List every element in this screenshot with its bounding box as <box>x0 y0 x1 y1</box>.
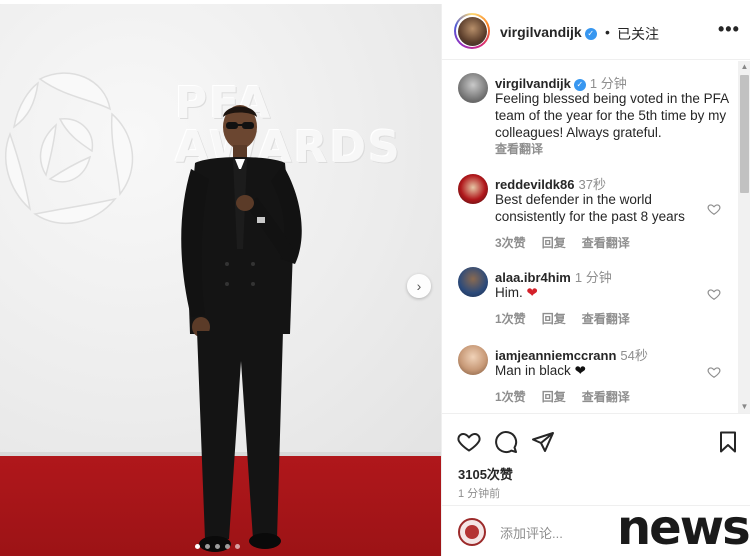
comment-time: 1 分钟 <box>574 270 612 285</box>
red-heart-emoji-icon: ❤ <box>526 285 538 300</box>
carousel-dots <box>195 544 240 549</box>
comments-scrollbar[interactable]: ▲ ▼ <box>738 61 750 413</box>
author-username-row[interactable]: virgilvandijk ✓ <box>500 24 597 40</box>
likes-count[interactable]: 3105次赞 <box>458 464 513 483</box>
comment-time: 54秒 <box>620 348 648 363</box>
comment-reply-link[interactable]: 回复 <box>542 234 566 251</box>
add-comment-input[interactable]: 添加评论... <box>500 523 563 542</box>
comment-likes[interactable]: 3次赞 <box>495 234 526 251</box>
comment-avatar[interactable] <box>458 267 488 297</box>
person-in-suit <box>181 105 302 552</box>
comment-text: Man in black <box>495 363 571 378</box>
caption-time: 1 分钟 <box>589 76 627 91</box>
carousel-dot[interactable] <box>205 544 210 549</box>
comment-username[interactable]: iamjeanniemccrann <box>495 348 616 363</box>
post-actions: 3105次赞 1 分钟前 <box>442 413 750 505</box>
carousel-dot[interactable] <box>215 544 220 549</box>
post-header: virgilvandijk ✓ • 已关注 ••• <box>442 4 750 60</box>
black-heart-emoji-icon: ❤ <box>574 363 586 378</box>
caption-username[interactable]: virgilvandijk <box>495 76 571 91</box>
comment-translate-link[interactable]: 查看翻译 <box>582 310 630 327</box>
comment-meta: 1次赞 回复 查看翻译 <box>495 388 630 405</box>
comment-meta: 1次赞 回复 查看翻译 <box>495 310 630 327</box>
comment-username[interactable]: alaa.ibr4him <box>495 270 571 285</box>
carousel-dot[interactable] <box>235 544 240 549</box>
comment-reply-link[interactable]: 回复 <box>542 310 566 327</box>
comment-bubble-icon[interactable] <box>494 430 518 454</box>
post-sidebar: virgilvandijk ✓ • 已关注 ••• virgilvandijk ✓ 1… <box>441 4 750 556</box>
comment-reply-link[interactable]: 回复 <box>542 388 566 405</box>
bookmark-icon[interactable] <box>716 430 740 454</box>
comments-list[interactable]: virgilvandijk ✓ 1 分钟 Feeling blessed being… <box>442 61 738 413</box>
like-comment-heart-icon[interactable] <box>707 365 721 379</box>
post-timestamp: 1 分钟前 <box>458 488 501 500</box>
commenter-avatar[interactable] <box>458 518 486 546</box>
comment-username[interactable]: reddevildk86 <box>495 177 575 192</box>
comment-translate-link[interactable]: 查看翻译 <box>582 234 630 251</box>
comment-likes[interactable]: 1次赞 <box>495 388 526 405</box>
next-slide-button[interactable]: › <box>407 274 431 298</box>
comment-text-row: Him. ❤ <box>495 284 730 301</box>
carousel-dot[interactable] <box>225 544 230 549</box>
comment-meta: 3次赞 回复 查看翻译 <box>495 234 630 251</box>
caption-meta: 查看翻译 <box>495 140 543 157</box>
like-comment-heart-icon[interactable] <box>707 287 721 301</box>
comment-avatar[interactable] <box>458 345 488 375</box>
header-separator: • <box>605 24 610 40</box>
comment-text: Him. <box>495 285 523 300</box>
comment-text-row: Man in black ❤ <box>495 362 730 379</box>
caption-translate-link[interactable]: 查看翻译 <box>495 140 543 157</box>
comment-text: Best defender in the world consistently … <box>495 192 685 224</box>
more-options-icon[interactable]: ••• <box>718 19 740 40</box>
follow-status-button[interactable]: 已关注 <box>617 24 659 44</box>
comment-likes[interactable]: 1次赞 <box>495 310 526 327</box>
comment-avatar[interactable] <box>458 174 488 204</box>
carousel-dot[interactable] <box>195 544 200 549</box>
chevron-right-icon: › <box>416 278 422 294</box>
share-send-icon[interactable] <box>531 430 555 454</box>
scroll-down-arrow-icon[interactable]: ▼ <box>738 401 750 413</box>
post-photo[interactable]: PFA AWARDS › <box>0 4 441 556</box>
pfa-petal-logo <box>5 72 134 225</box>
verified-badge-icon: ✓ <box>584 28 597 40</box>
news-watermark: news <box>617 500 750 556</box>
caption-text: Feeling blessed being voted in the PFA t… <box>495 91 729 140</box>
comment-translate-link[interactable]: 查看翻译 <box>582 388 630 405</box>
scroll-thumb[interactable] <box>740 75 749 193</box>
author-avatar[interactable] <box>454 13 490 49</box>
club-crest-icon <box>465 525 479 539</box>
comment-time: 37秒 <box>578 177 606 192</box>
author-username[interactable]: virgilvandijk <box>500 24 582 40</box>
like-heart-icon[interactable] <box>457 430 481 454</box>
post-viewer: PFA AWARDS › virgilvandijk ✓ • 已关注 ••• v… <box>0 0 750 556</box>
scroll-up-arrow-icon[interactable]: ▲ <box>738 61 750 73</box>
like-comment-heart-icon[interactable] <box>707 202 721 216</box>
author-avatar-image <box>457 16 487 46</box>
caption-avatar[interactable] <box>458 73 488 103</box>
